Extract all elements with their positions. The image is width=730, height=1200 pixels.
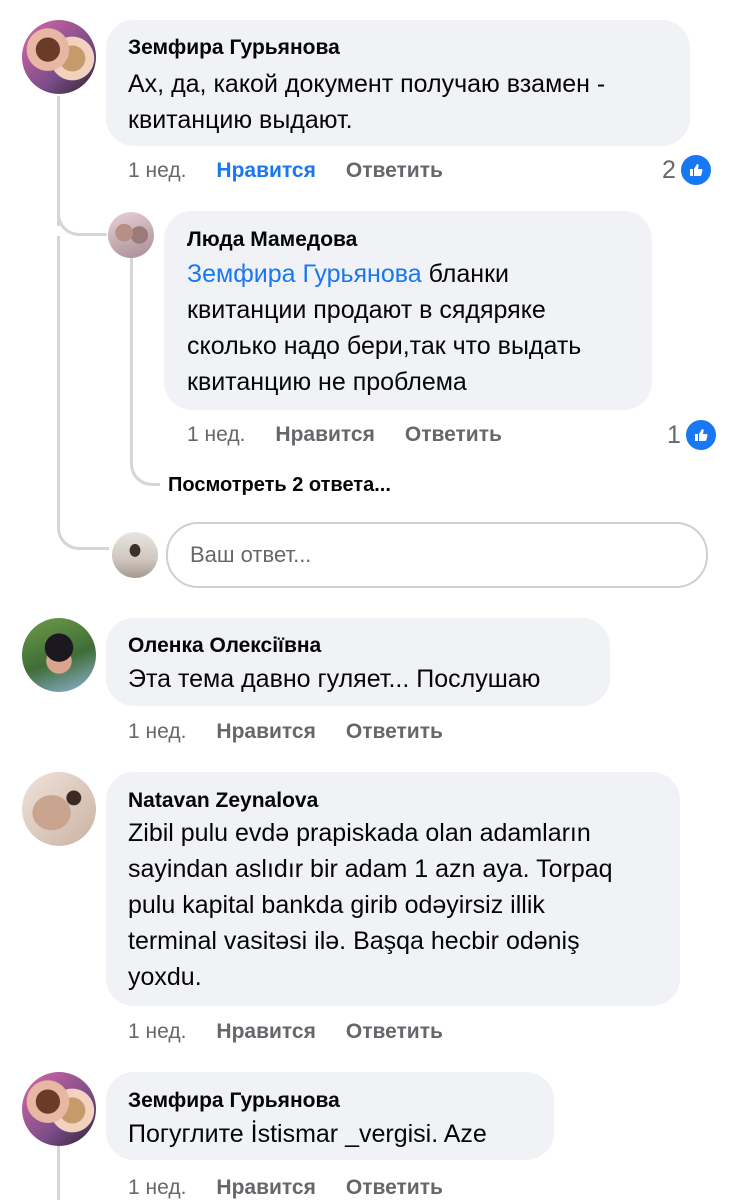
comment-meta: 1 нед. Нравится Ответить [128, 1020, 443, 1044]
comment-time[interactable]: 1 нед. [128, 1020, 186, 1043]
comment-time[interactable]: 1 нед. [128, 720, 186, 743]
comment-text-line: pulu kapital bankda girib odəyirsiz illi… [128, 891, 545, 919]
reply-input[interactable]: Ваш ответ... [166, 522, 708, 588]
comment-text: Погуглите İstismar _vergisi. Aze [128, 1116, 548, 1152]
view-more-replies-link[interactable]: Посмотреть 2 ответа... [168, 474, 391, 497]
reply-button[interactable]: Ответить [346, 1020, 443, 1043]
like-button[interactable]: Нравится [216, 1020, 315, 1043]
thread-connector-2 [57, 510, 109, 550]
comment-text-line: сколько надо бери,так что выдать [187, 332, 582, 360]
reply-button[interactable]: Ответить [346, 720, 443, 743]
comment-author[interactable]: Земфира Гурьянова [128, 1089, 340, 1113]
comment-text-line: terminal vasitəsi ilə. Başqa hecbir odən… [128, 927, 580, 955]
comment-text-line: квитанцию не проблема [187, 368, 467, 396]
avatar[interactable] [108, 212, 154, 258]
comment-text-line: квитанцию выдают. [128, 106, 353, 134]
comment-author[interactable]: Земфира Гурьянова [128, 36, 340, 60]
comment-text-line: Земфира Гурьянова бланки [187, 260, 509, 288]
comment-text-line: Ах, да, какой документ получаю взамен - [128, 70, 606, 98]
comment-text-line: Эта тема давно гуляет... Послушаю [128, 665, 541, 693]
comment-time[interactable]: 1 нед. [128, 159, 186, 182]
comment-meta: 1 нед. Нравится Ответить [128, 1176, 443, 1200]
avatar[interactable] [22, 772, 96, 846]
comment-text: Земфира Гурьянова бланки квитанции прода… [187, 256, 647, 400]
reaction-count-number: 2 [662, 155, 676, 184]
comment-author[interactable]: Люда Мамедова [187, 228, 357, 252]
reaction-count-number: 1 [667, 420, 681, 449]
thread-connector-3 [130, 452, 160, 486]
avatar[interactable] [112, 532, 158, 578]
comment-text-line: Zibil pulu evdə prapiskada olan adamları… [128, 819, 591, 847]
avatar[interactable] [22, 1072, 96, 1146]
comment-meta: 1 нед. Нравится Ответить [187, 423, 502, 447]
like-button[interactable]: Нравится [216, 159, 315, 182]
reply-button[interactable]: Ответить [346, 159, 443, 182]
thumbs-up-icon [683, 418, 718, 452]
thumbs-up-icon [678, 153, 713, 187]
comment-text: Эта тема давно гуляет... Послушаю [128, 661, 608, 697]
reply-button[interactable]: Ответить [346, 1176, 443, 1199]
thread-line-sub [130, 258, 133, 458]
avatar[interactable] [22, 618, 96, 692]
comment-text-line: sayindan aslıdır bir adam 1 azn aya. Tor… [128, 855, 613, 883]
reaction-count[interactable]: 2 [662, 153, 713, 187]
mention-link[interactable]: Земфира Гурьянова [187, 260, 422, 288]
like-button[interactable]: Нравится [275, 423, 374, 446]
comment-author[interactable]: Natavan Zeynalova [128, 789, 318, 813]
reply-button[interactable]: Ответить [405, 423, 502, 446]
comment-text: Ах, да, какой документ получаю взамен - … [128, 66, 688, 138]
comment-meta: 1 нед. Нравится Ответить [128, 159, 443, 183]
comment-text-line: Погуглите İstismar _vergisi. Aze [128, 1120, 487, 1148]
comment-meta: 1 нед. Нравится Ответить [128, 720, 443, 744]
comment-author[interactable]: Оленка Олексіївна [128, 634, 321, 658]
comment-time[interactable]: 1 нед. [128, 1176, 186, 1199]
thread-connector-1 [57, 200, 107, 236]
like-button[interactable]: Нравится [216, 720, 315, 743]
comment-text: Zibil pulu evdə prapiskada olan adamları… [128, 815, 678, 995]
comment-text-line: квитанции продают в сядяряке [187, 296, 546, 324]
comment-time[interactable]: 1 нед. [187, 423, 245, 446]
reaction-count[interactable]: 1 [667, 418, 718, 452]
thread-line-last [57, 1145, 60, 1200]
avatar[interactable] [22, 20, 96, 94]
like-button[interactable]: Нравится [216, 1176, 315, 1199]
comment-text-line: yoxdu. [128, 963, 202, 991]
thread-line-main-2 [57, 236, 60, 516]
